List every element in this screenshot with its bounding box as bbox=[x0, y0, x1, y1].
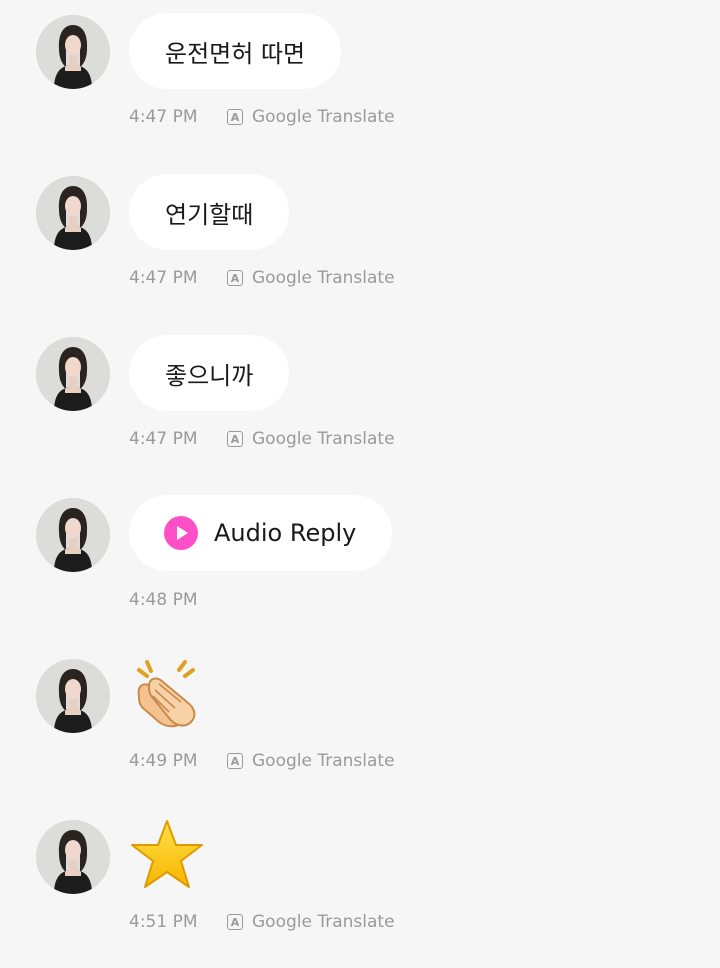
google-translate-button[interactable]: A Google Translate bbox=[227, 268, 395, 288]
message-meta: 4:47 PM A Google Translate bbox=[129, 427, 395, 451]
translate-icon: A bbox=[227, 109, 243, 125]
message-row: Audio Reply 4:48 PM bbox=[0, 483, 720, 633]
sender-avatar[interactable] bbox=[36, 659, 110, 733]
message-row: 좋으니까 4:47 PM A Google Translate bbox=[0, 322, 720, 472]
google-translate-label: Google Translate bbox=[252, 751, 395, 771]
message-row: 운전면허 따면 4:47 PM A Google Translate bbox=[0, 0, 720, 150]
message-time: 4:48 PM bbox=[129, 590, 198, 610]
sender-avatar[interactable] bbox=[36, 498, 110, 572]
message-row: 4:51 PM A Google Translate bbox=[0, 805, 720, 955]
google-translate-button[interactable]: A Google Translate bbox=[227, 429, 395, 449]
google-translate-button[interactable]: A Google Translate bbox=[227, 107, 395, 127]
google-translate-button[interactable]: A Google Translate bbox=[227, 912, 395, 932]
message-bubble[interactable]: 연기할때 bbox=[129, 174, 290, 250]
star-emoji[interactable] bbox=[129, 817, 205, 893]
translate-icon: A bbox=[227, 431, 243, 447]
google-translate-button[interactable]: A Google Translate bbox=[227, 751, 395, 771]
translate-icon: A bbox=[227, 270, 243, 286]
translate-icon: A bbox=[227, 753, 243, 769]
sender-avatar[interactable] bbox=[36, 337, 110, 411]
message-time: 4:49 PM bbox=[129, 751, 198, 771]
message-bubble[interactable]: 운전면허 따면 bbox=[129, 13, 342, 89]
message-text: 좋으니까 bbox=[165, 361, 254, 390]
google-translate-label: Google Translate bbox=[252, 912, 395, 932]
google-translate-label: Google Translate bbox=[252, 107, 395, 127]
message-meta: 4:48 PM bbox=[129, 588, 227, 612]
message-text: 연기할때 bbox=[165, 200, 254, 229]
sender-avatar[interactable] bbox=[36, 820, 110, 894]
message-meta: 4:47 PM A Google Translate bbox=[129, 105, 395, 129]
message-meta: 4:51 PM A Google Translate bbox=[129, 910, 395, 934]
sender-avatar[interactable] bbox=[36, 176, 110, 250]
translate-icon: A bbox=[227, 914, 243, 930]
message-text: 운전면허 따면 bbox=[165, 39, 306, 68]
message-time: 4:51 PM bbox=[129, 912, 198, 932]
message-bubble[interactable]: 좋으니까 bbox=[129, 335, 290, 411]
message-time: 4:47 PM bbox=[129, 429, 198, 449]
message-time: 4:47 PM bbox=[129, 107, 198, 127]
message-time: 4:47 PM bbox=[129, 268, 198, 288]
chat-thread: 운전면허 따면 4:47 PM A Google Translate 연기할때 … bbox=[0, 0, 720, 968]
message-meta: 4:49 PM A Google Translate bbox=[129, 749, 395, 773]
audio-reply-label: Audio Reply bbox=[214, 519, 357, 547]
message-row: 연기할때 4:47 PM A Google Translate bbox=[0, 161, 720, 311]
google-translate-label: Google Translate bbox=[252, 268, 395, 288]
clapping-hands-emoji[interactable] bbox=[129, 656, 205, 732]
audio-reply-bubble[interactable]: Audio Reply bbox=[129, 495, 393, 571]
message-row: 4:49 PM A Google Translate bbox=[0, 644, 720, 794]
google-translate-label: Google Translate bbox=[252, 429, 395, 449]
play-icon[interactable] bbox=[164, 516, 198, 550]
sender-avatar[interactable] bbox=[36, 15, 110, 89]
message-meta: 4:47 PM A Google Translate bbox=[129, 266, 395, 290]
